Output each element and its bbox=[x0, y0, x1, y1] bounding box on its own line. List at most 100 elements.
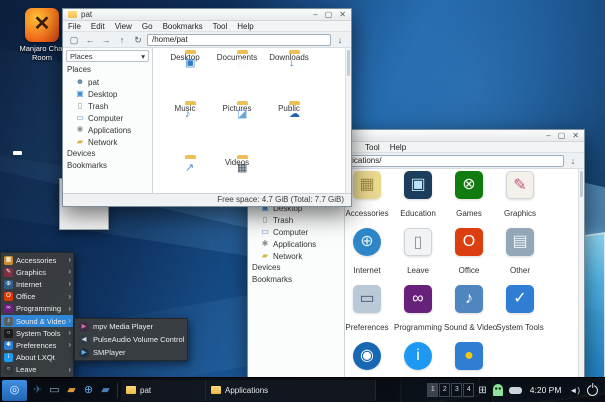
volume-icon[interactable]: ◄) bbox=[569, 386, 580, 395]
removable-device-tray-icon[interactable] bbox=[509, 387, 522, 394]
go-icon[interactable]: ↓ bbox=[333, 33, 347, 47]
sidebar-item[interactable]: ✱ Applications bbox=[248, 238, 344, 250]
new-tab-icon[interactable]: ▢ bbox=[67, 33, 81, 47]
forward-icon[interactable]: → bbox=[99, 33, 113, 47]
sidebar-group-header[interactable]: Bookmarks bbox=[248, 274, 344, 286]
app-category-item[interactable]: ⊗ Games bbox=[444, 171, 494, 221]
maximize-button[interactable]: ▢ bbox=[558, 132, 566, 140]
start-menu-item[interactable]: ♪ Sound & Video › bbox=[1, 315, 73, 327]
pamac-ghost-tray-icon[interactable] bbox=[493, 384, 503, 396]
submenu-item[interactable]: ◀ PulseAudio Volume Control bbox=[75, 333, 187, 346]
sidebar-item[interactable]: ▭ Computer bbox=[63, 112, 152, 124]
back-icon[interactable]: ← bbox=[83, 33, 97, 47]
start-menu-item[interactable]: ○ Leave › bbox=[1, 364, 73, 376]
address-bar[interactable] bbox=[332, 155, 564, 167]
scrollbar[interactable] bbox=[345, 48, 351, 195]
start-menu-item[interactable]: ○ System Tools › bbox=[1, 327, 73, 339]
menubar-item[interactable]: Bookmarks bbox=[158, 22, 208, 31]
menubar-item[interactable]: Edit bbox=[86, 22, 110, 31]
app-category-item[interactable]: ▯ Leave bbox=[393, 228, 443, 278]
go-icon[interactable]: ↓ bbox=[566, 154, 580, 168]
folder-item[interactable]: ◪ Pictures bbox=[213, 104, 261, 113]
sidebar-item[interactable]: ▭ Computer bbox=[248, 226, 344, 238]
titlebar[interactable]: pat – ▢ ✕ bbox=[63, 9, 351, 21]
start-menu-item[interactable]: ▦ Accessories › bbox=[1, 254, 73, 266]
workspace-button[interactable]: 2 bbox=[439, 383, 450, 397]
show-desktop-icon[interactable]: ▭ bbox=[46, 380, 63, 401]
folder-item[interactable]: ↓ Downloads bbox=[265, 53, 313, 62]
start-menu-item[interactable]: O Office › bbox=[1, 291, 73, 303]
power-leave-icon[interactable] bbox=[587, 385, 598, 396]
start-menu-item[interactable]: ∞ Programming › bbox=[1, 303, 73, 315]
menubar-item[interactable]: Go bbox=[137, 22, 158, 31]
sidebar-item[interactable]: ▰ Network bbox=[63, 136, 152, 148]
reload-icon[interactable]: ↻ bbox=[131, 33, 145, 47]
desktop-icon-manjaro-chat-room[interactable]: ✕ Manjaro Chat Room bbox=[16, 8, 68, 63]
folder-item[interactable]: ▤ Documents bbox=[213, 53, 261, 62]
start-menu-item[interactable]: ✎ Graphics › bbox=[1, 266, 73, 278]
menubar-item[interactable]: Help bbox=[385, 143, 411, 152]
minimize-button[interactable]: – bbox=[546, 132, 550, 140]
submenu-item[interactable]: ▶ mpv Media Player bbox=[75, 320, 187, 333]
workspace-button[interactable]: 4 bbox=[463, 383, 474, 397]
sidebar-item[interactable]: ▯ Trash bbox=[248, 214, 344, 226]
app-category-item[interactable]: ✓ System Tools bbox=[495, 285, 545, 335]
menubar-item[interactable]: Tool bbox=[360, 143, 385, 152]
app-category-item[interactable]: i About LXQt bbox=[393, 342, 443, 378]
taskbar-window-button[interactable]: Applications bbox=[206, 380, 376, 401]
close-button[interactable]: ✕ bbox=[339, 11, 346, 19]
start-menu-item[interactable]: ⊕ Internet › bbox=[1, 278, 73, 290]
start-menu-item[interactable]: i About LXQt bbox=[1, 352, 73, 364]
submenu-item[interactable]: ▶ SMPlayer bbox=[75, 346, 187, 359]
start-menu-item[interactable]: ✱ Preferences › bbox=[1, 339, 73, 351]
close-button[interactable]: ✕ bbox=[572, 132, 579, 140]
app-category-item[interactable]: O Office bbox=[444, 228, 494, 278]
sidebar-item[interactable]: ▰ Network bbox=[248, 250, 344, 262]
web-browser-globe-icon[interactable]: ⊕ bbox=[80, 380, 97, 401]
menubar-item[interactable]: Tool bbox=[208, 22, 233, 31]
folder-item[interactable]: ▣ Desktop bbox=[161, 53, 209, 62]
file-manager-icon[interactable]: ▰ bbox=[63, 380, 80, 401]
sidebar-item[interactable]: ✱ Applications bbox=[63, 124, 152, 136]
menubar-item[interactable]: Help bbox=[232, 22, 258, 31]
app-category-item[interactable]: ◉ Universal Access bbox=[345, 342, 392, 378]
scrollbar-thumb[interactable] bbox=[580, 171, 583, 197]
clock[interactable]: 4:20 PM bbox=[530, 385, 562, 395]
sidebar-group-header[interactable]: Bookmarks bbox=[63, 160, 152, 172]
sidebar-mode-selector[interactable]: Places ▾ bbox=[66, 50, 149, 62]
sidebar-item[interactable]: ▯ Trash bbox=[63, 100, 152, 112]
address-bar[interactable] bbox=[147, 34, 331, 46]
sidebar-item[interactable]: ☻ pat bbox=[63, 76, 152, 88]
menubar-item[interactable]: File bbox=[63, 22, 86, 31]
start-menu-item-icon: O bbox=[4, 292, 13, 301]
menubar-item[interactable]: View bbox=[110, 22, 137, 31]
sidebar-root-places[interactable]: Places bbox=[63, 64, 152, 76]
folder-item[interactable]: ▦ Videos bbox=[213, 158, 261, 167]
app-category-item[interactable]: ▣ Education bbox=[393, 171, 443, 221]
minimize-button[interactable]: – bbox=[313, 11, 317, 19]
app-category-item[interactable]: ⊕ Internet bbox=[345, 228, 392, 278]
scrollbar-thumb[interactable] bbox=[347, 50, 350, 76]
folder-item[interactable]: ☁ Public bbox=[265, 104, 313, 113]
app-category-item[interactable]: ▤ Other bbox=[495, 228, 545, 278]
maximize-button[interactable]: ▢ bbox=[325, 11, 333, 19]
workspace-button[interactable]: 1 bbox=[427, 383, 438, 397]
sidebar-group-header[interactable]: Devices bbox=[63, 148, 152, 160]
app-category-item[interactable]: ♪ Sound & Video bbox=[444, 285, 494, 335]
workspace-button[interactable]: 3 bbox=[451, 383, 462, 397]
up-icon[interactable]: ↑ bbox=[115, 33, 129, 47]
bird-app-icon[interactable]: ✈ bbox=[29, 380, 46, 401]
sidebar-item[interactable]: ▣ Desktop bbox=[63, 88, 152, 100]
taskbar-window-button[interactable]: pat bbox=[121, 380, 206, 401]
start-menu-button[interactable]: ◎ bbox=[2, 380, 27, 401]
network-tray-icon[interactable]: ⊞ bbox=[478, 380, 486, 401]
sidebar-group-header[interactable]: Devices bbox=[248, 262, 344, 274]
app-category-item[interactable]: ✎ Graphics bbox=[495, 171, 545, 221]
folder-item[interactable]: ♪ Music bbox=[161, 104, 209, 113]
files-blue-icon[interactable]: ▰ bbox=[97, 380, 114, 401]
app-category-item[interactable]: ● Lock Screen bbox=[444, 342, 494, 378]
app-category-item[interactable]: ∞ Programming bbox=[393, 285, 443, 335]
scrollbar[interactable] bbox=[578, 169, 584, 378]
app-category-item[interactable]: ▦ Accessories bbox=[345, 171, 392, 221]
app-category-item[interactable]: ▭ Preferences bbox=[345, 285, 392, 335]
